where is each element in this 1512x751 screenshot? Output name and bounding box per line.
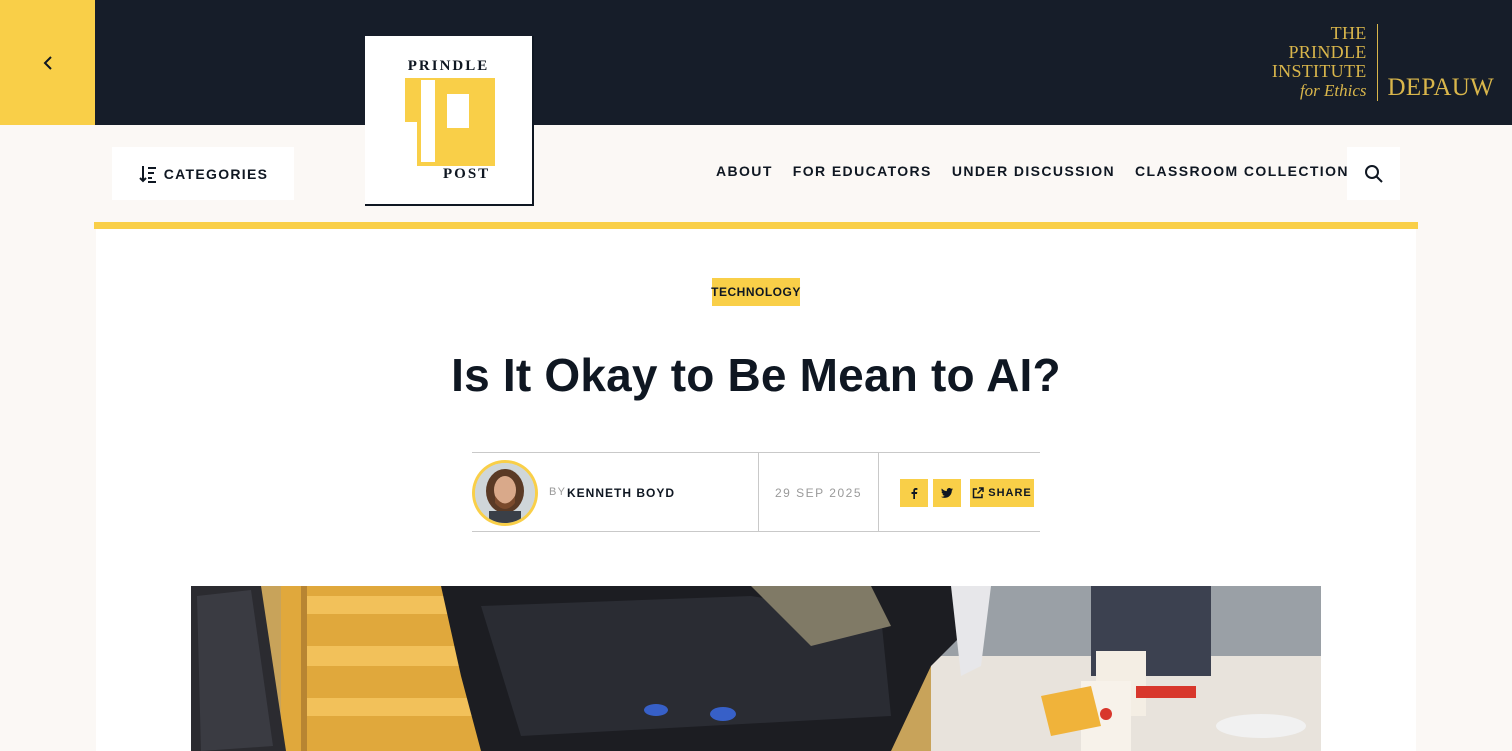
avatar-photo bbox=[475, 463, 535, 523]
author-name[interactable]: KENNETH BOYD bbox=[567, 486, 675, 500]
nav-under-discussion[interactable]: UNDER DISCUSSION bbox=[942, 163, 1125, 179]
external-share-icon bbox=[972, 487, 984, 499]
article-title: Is It Okay to Be Mean to AI? bbox=[451, 349, 1061, 401]
meta-divider bbox=[878, 453, 879, 532]
logo-bottom-text: POST bbox=[443, 166, 491, 182]
prindle-institute-logo[interactable]: THE PRINDLE INSTITUTE for Ethics DEPAUW bbox=[1272, 24, 1494, 102]
share-button[interactable]: SHARE bbox=[970, 479, 1034, 507]
back-button[interactable] bbox=[0, 0, 95, 125]
sort-list-icon bbox=[139, 165, 156, 183]
nav-for-educators[interactable]: FOR EDUCATORS bbox=[783, 163, 942, 179]
robot-restaurant-photo bbox=[191, 586, 1321, 751]
author-avatar[interactable] bbox=[472, 460, 538, 526]
publish-date: 29 SEP 2025 bbox=[774, 486, 862, 500]
institute-line: THE bbox=[1330, 23, 1367, 43]
prindle-post-logo[interactable]: PRINDLE POST bbox=[365, 36, 534, 206]
share-label: SHARE bbox=[988, 487, 1032, 499]
chevron-left-icon bbox=[43, 55, 52, 70]
hero-image bbox=[191, 586, 1321, 751]
twitter-share-button[interactable] bbox=[933, 479, 961, 507]
institute-line: INSTITUTE bbox=[1271, 61, 1367, 81]
search-button[interactable] bbox=[1347, 147, 1400, 200]
author-portrait-icon bbox=[475, 463, 535, 523]
p-logo-mark-icon bbox=[405, 78, 495, 166]
article-meta: BY KENNETH BOYD 29 SEP 2025 SHARE bbox=[472, 452, 1040, 532]
twitter-icon bbox=[941, 488, 953, 498]
nav-classroom-collections[interactable]: CLASSROOM COLLECTIONS bbox=[1125, 163, 1370, 179]
by-label: BY bbox=[549, 486, 567, 498]
institute-line: PRINDLE bbox=[1288, 42, 1367, 62]
search-icon bbox=[1364, 164, 1383, 183]
categories-button[interactable]: CATEGORIES bbox=[112, 147, 294, 200]
categories-label: CATEGORIES bbox=[163, 165, 269, 182]
nav-about[interactable]: ABOUT bbox=[706, 163, 783, 179]
logo-top-text: PRINDLE bbox=[407, 58, 490, 74]
institute-text: THE PRINDLE INSTITUTE for Ethics bbox=[1272, 24, 1378, 101]
institute-tagline: for Ethics bbox=[1299, 81, 1367, 100]
facebook-share-button[interactable] bbox=[900, 479, 928, 507]
category-tag[interactable]: TECHNOLOGY bbox=[711, 278, 800, 306]
facebook-icon bbox=[911, 488, 918, 499]
depauw-wordmark: DEPAUW bbox=[1387, 74, 1494, 101]
header-divider bbox=[94, 222, 1418, 229]
main-nav: ABOUT FOR EDUCATORS UNDER DISCUSSION CLA… bbox=[706, 163, 1370, 179]
